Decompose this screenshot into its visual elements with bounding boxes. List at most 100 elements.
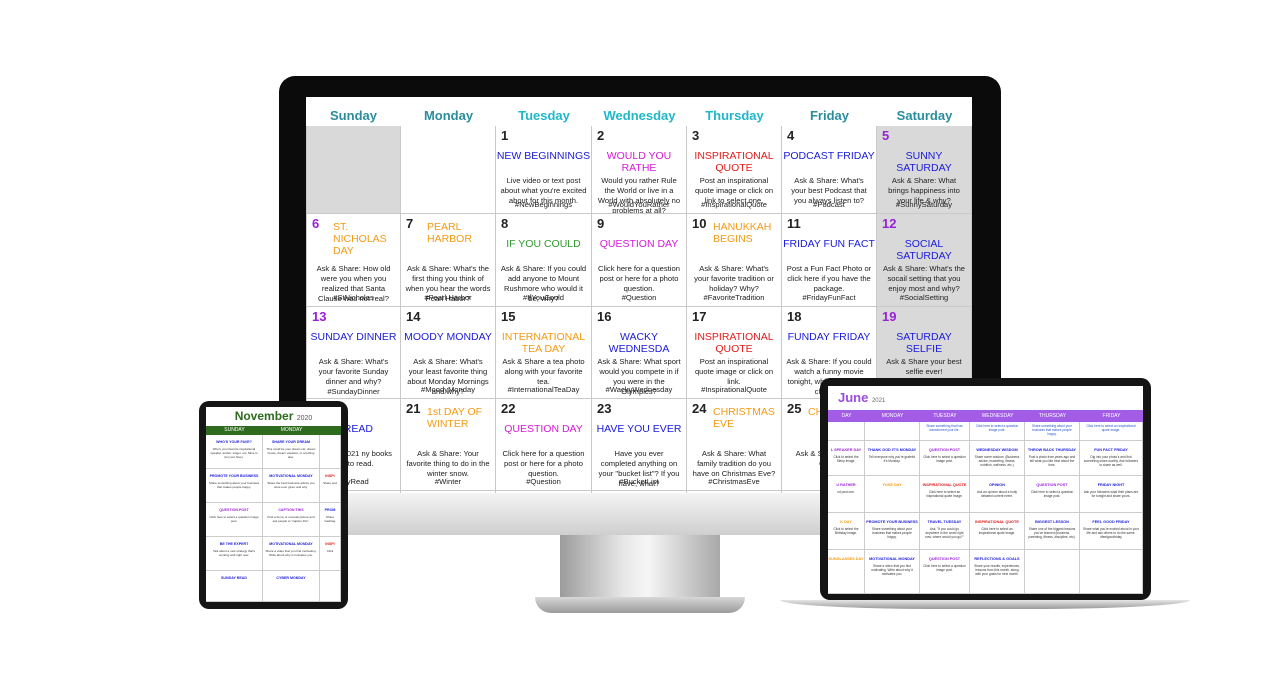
calendar-day-cell[interactable]: 8 IF YOU COULD Ask & Share: If you could a… — [496, 214, 592, 307]
laptop-day-cell[interactable]: INSPIRATIONAL QUOTE Click here to select … — [970, 513, 1025, 550]
calendar-day-cell[interactable]: 14 MOODY MONDAY Ask & Share: What's your l… — [401, 307, 496, 399]
laptop-prompt: nd post one. — [837, 490, 855, 494]
laptop-theme-title: INSPIRATIONAL QUOTE — [922, 483, 967, 487]
calendar-day-cell[interactable]: 2 WOULD YOU RATHE Would you rather Rule th… — [592, 126, 687, 214]
laptop-day-cell[interactable]: QUESTION POST Click here to select a ques… — [1025, 476, 1080, 513]
calendar-day-cell[interactable]: 23 HAVE YOU EVER Have you ever completed a… — [592, 399, 687, 491]
calendar-day-cell[interactable] — [306, 126, 401, 214]
day-prompt: Click here for a question post or here f… — [502, 449, 585, 478]
laptop-day-cell[interactable]: WEDNESDAY WISDOM Share some wisdom. (Busi… — [970, 441, 1025, 476]
tablet-day-cell[interactable]: PROM Share hashtag — [320, 503, 341, 537]
tablet-day-cell[interactable]: MOTIVATIONAL MONDAY Share the best busine… — [263, 469, 320, 503]
laptop-day-cell[interactable]: U RATHER nd post one. — [828, 476, 865, 513]
calendar-day-cell[interactable]: 6 ST. NICHOLAS DAY Ask & Share: How old we… — [306, 214, 401, 307]
laptop-day-cell[interactable]: REFLECTIONS & GOALS Share your results, e… — [970, 550, 1025, 594]
day-hashtag: #Pearl Harbor — [424, 293, 472, 302]
calendar-day-cell[interactable]: 17 INSPIRATIONAL QUOTE Post an inspiration… — [687, 307, 782, 399]
calendar-day-cell[interactable]: 12 SOCIAL SATURDAY Ask & Share: What's the… — [877, 214, 972, 307]
day-number: 13 — [312, 309, 327, 324]
laptop-day-cell[interactable]: PROMOTE YOUR BUSINESS Share something abo… — [865, 513, 920, 550]
tablet-theme-title: INSPI — [325, 474, 335, 478]
calendar-day-cell[interactable]: 9 QUESTION DAY Click here for a question p… — [592, 214, 687, 307]
laptop-day-cell[interactable]: SUNGLASSES DAY — [828, 550, 865, 594]
laptop-theme-title: QUESTION POST — [928, 448, 961, 452]
calendar-day-cell[interactable]: 13 SUNDAY DINNER Ask & Share: What's your … — [306, 307, 401, 399]
calendar-day-cell[interactable]: 24 CHRISTMAS EVE Ask & Share: What family … — [687, 399, 782, 491]
laptop-day-cell[interactable]: YUKE DAY — [865, 476, 920, 513]
day-theme-title: HANUKKAH BEGINS — [713, 221, 772, 245]
calendar-day-cell[interactable]: 15 INTERNATIONAL TEA DAY Ask & Share a tea… — [496, 307, 592, 399]
laptop-day-cell[interactable]: BIGGEST LESSON Share one of the biggest l… — [1025, 513, 1080, 550]
laptop-day-cell[interactable]: FEEL GOOD FRIDAY Share what you're excite… — [1080, 513, 1143, 550]
calendar-day-cell[interactable]: 22 QUESTION DAY Click here for a question … — [496, 399, 592, 491]
tablet-day-cell[interactable]: INSPI Click — [320, 537, 341, 571]
tablet-day-cell[interactable]: BE THE EXPERT Talk about a new strategy t… — [206, 537, 263, 571]
laptop-day-cell[interactable]: OPINION Ask an opinion about a hotly deba… — [970, 476, 1025, 513]
laptop-theme-title: THANK GOD IT'S MONDAY — [867, 448, 917, 452]
laptop-day-cell[interactable]: L SPEAKER DAY Click to select the Sleep i… — [828, 441, 865, 476]
laptop-day-cell[interactable]: Share something that has transformed you… — [920, 422, 970, 441]
tablet-day-cell[interactable]: INSPI Share and — [320, 469, 341, 503]
laptop-day-cell[interactable] — [1025, 550, 1080, 594]
laptop-day-cell[interactable]: FUN FACT FRIDAY Dig into your photo's and… — [1080, 441, 1143, 476]
laptop-day-cell[interactable] — [865, 422, 920, 441]
day-theme-title: PEARL HARBOR — [427, 221, 472, 245]
tablet-theme-title: MOTIVATIONAL MONDAY — [269, 542, 313, 546]
laptop-prompt: Click here to select an inspirational qu… — [978, 527, 1016, 536]
day-prompt: Click here for a question post or here f… — [598, 264, 680, 293]
calendar-day-cell[interactable] — [401, 126, 496, 214]
calendar-day-cell[interactable]: 3 INSPIRATIONAL QUOTE Post an inspirationa… — [687, 126, 782, 214]
tablet-day-cell[interactable]: CAPTION THIS Find a funny or unusual pict… — [263, 503, 320, 537]
tablet-day-cell[interactable] — [320, 435, 341, 469]
laptop-day-cell[interactable]: MOTIVATIONAL MONDAY Share a video that yo… — [865, 550, 920, 594]
tablet-day-cell[interactable]: QUESTION POST Click here to select a ques… — [206, 503, 263, 537]
laptop-day-cell[interactable] — [828, 422, 865, 441]
laptop-day-cell[interactable]: TRAVEL TUESDAY Ask, "If you could go anyw… — [920, 513, 970, 550]
tablet-day-cell[interactable]: SHARE YOUR DREAM This could be your dream… — [263, 435, 320, 469]
laptop-day-cell[interactable]: Click here to select a question image po… — [970, 422, 1025, 441]
calendar-day-cell[interactable]: 21 1st DAY OF WINTER Ask & Share: Your fav… — [401, 399, 496, 491]
laptop-prompt: Dig into your photo's and find something… — [1083, 455, 1139, 468]
calendar-day-cell[interactable]: 16 WACKY WEDNESDA Ask & Share: What sport … — [592, 307, 687, 399]
day-theme-title: INTERNATIONAL TEA DAY — [501, 331, 586, 355]
laptop-prompt: Share your results, experiences, lessons… — [974, 564, 1020, 577]
laptop-theme-title: FUN FACT FRIDAY — [1094, 448, 1128, 452]
laptop-day-cell[interactable]: K DAY Click to select the Birthday image. — [828, 513, 865, 550]
day-number: 25 — [787, 401, 802, 416]
laptop-day-cell[interactable]: QUESTION POST Click here to select a ques… — [920, 441, 970, 476]
calendar-day-cell[interactable]: 4 PODCAST FRIDAY Ask & Share: What's your … — [782, 126, 877, 214]
tablet-day-cell[interactable]: MOTIVATIONAL MONDAY Share a video that yo… — [263, 537, 320, 571]
tablet-day-cell[interactable]: WHO'S YOUR FAVE? Who's your favorite insp… — [206, 435, 263, 469]
calendar-day-cell[interactable]: 1 NEW BEGINNINGS Live video or text post a… — [496, 126, 592, 214]
tablet-day-cell[interactable]: PROMOTE YOUR BUSINESS Share something abo… — [206, 469, 263, 503]
laptop-day-cell[interactable]: FRIDAY NIGHT Ask your followers what thei… — [1080, 476, 1143, 513]
laptop-day-cell[interactable]: QUESTION POST Click here to select a ques… — [920, 550, 970, 594]
day-number: 7 — [406, 216, 414, 231]
calendar-day-cell[interactable]: 7 PEARL HARBOR Ask & Share: What's the fir… — [401, 214, 496, 307]
day-hashtag: #MoodyMonday — [420, 385, 476, 394]
day-number: 21 — [406, 401, 421, 416]
calendar-day-cell[interactable]: 5 SUNNY SATURDAY Ask & Share: What brings … — [877, 126, 972, 214]
calendar-day-cell[interactable]: 10 HANUKKAH BEGINS Ask & Share: What's you… — [687, 214, 782, 307]
laptop-day-cell[interactable]: THROW BACK THURSDAY Post a photo from yea… — [1025, 441, 1080, 476]
laptop-theme-title: L SPEAKER DAY — [830, 448, 862, 452]
laptop-day-cell[interactable]: Click here to select an inspirational qu… — [1080, 422, 1143, 441]
laptop-day-cell[interactable] — [1080, 550, 1143, 594]
tablet-day-cell[interactable] — [320, 571, 341, 602]
day-header-monday: Monday — [423, 108, 474, 123]
day-hashtag: #NewBeginnings — [515, 200, 572, 209]
tablet-day-cell[interactable]: CYBER MONDAY — [263, 571, 320, 602]
laptop-day-cell[interactable]: INSPIRATIONAL QUOTE Click here to select … — [920, 476, 970, 513]
laptop-day-cell[interactable]: THANK GOD IT'S MONDAY Tell everyone why y… — [865, 441, 920, 476]
calendar-day-cell[interactable]: 11 FRIDAY FUN FACT Post a Fun Fact Photo o… — [782, 214, 877, 307]
laptop-day-header: WEDNESDAY — [970, 410, 1025, 422]
tablet-day-cell[interactable]: SUNDAY READ — [206, 571, 263, 602]
day-theme-title: SUNNY SATURDAY — [896, 150, 952, 174]
day-hashtag: #IfYouCould — [522, 293, 565, 302]
laptop-prompt: Ask, "If you could go anywhere in the wo… — [925, 527, 964, 540]
laptop-prompt: Share one of the biggest lessons you've … — [1028, 527, 1076, 540]
laptop-prompt: Post a photo from years ago and tell wha… — [1028, 455, 1076, 468]
laptop-prompt: Tell everyone why you're grateful it's M… — [868, 455, 916, 464]
laptop-day-cell[interactable]: Share something about your business that… — [1025, 422, 1080, 441]
tablet-year: 2020 — [296, 415, 313, 422]
